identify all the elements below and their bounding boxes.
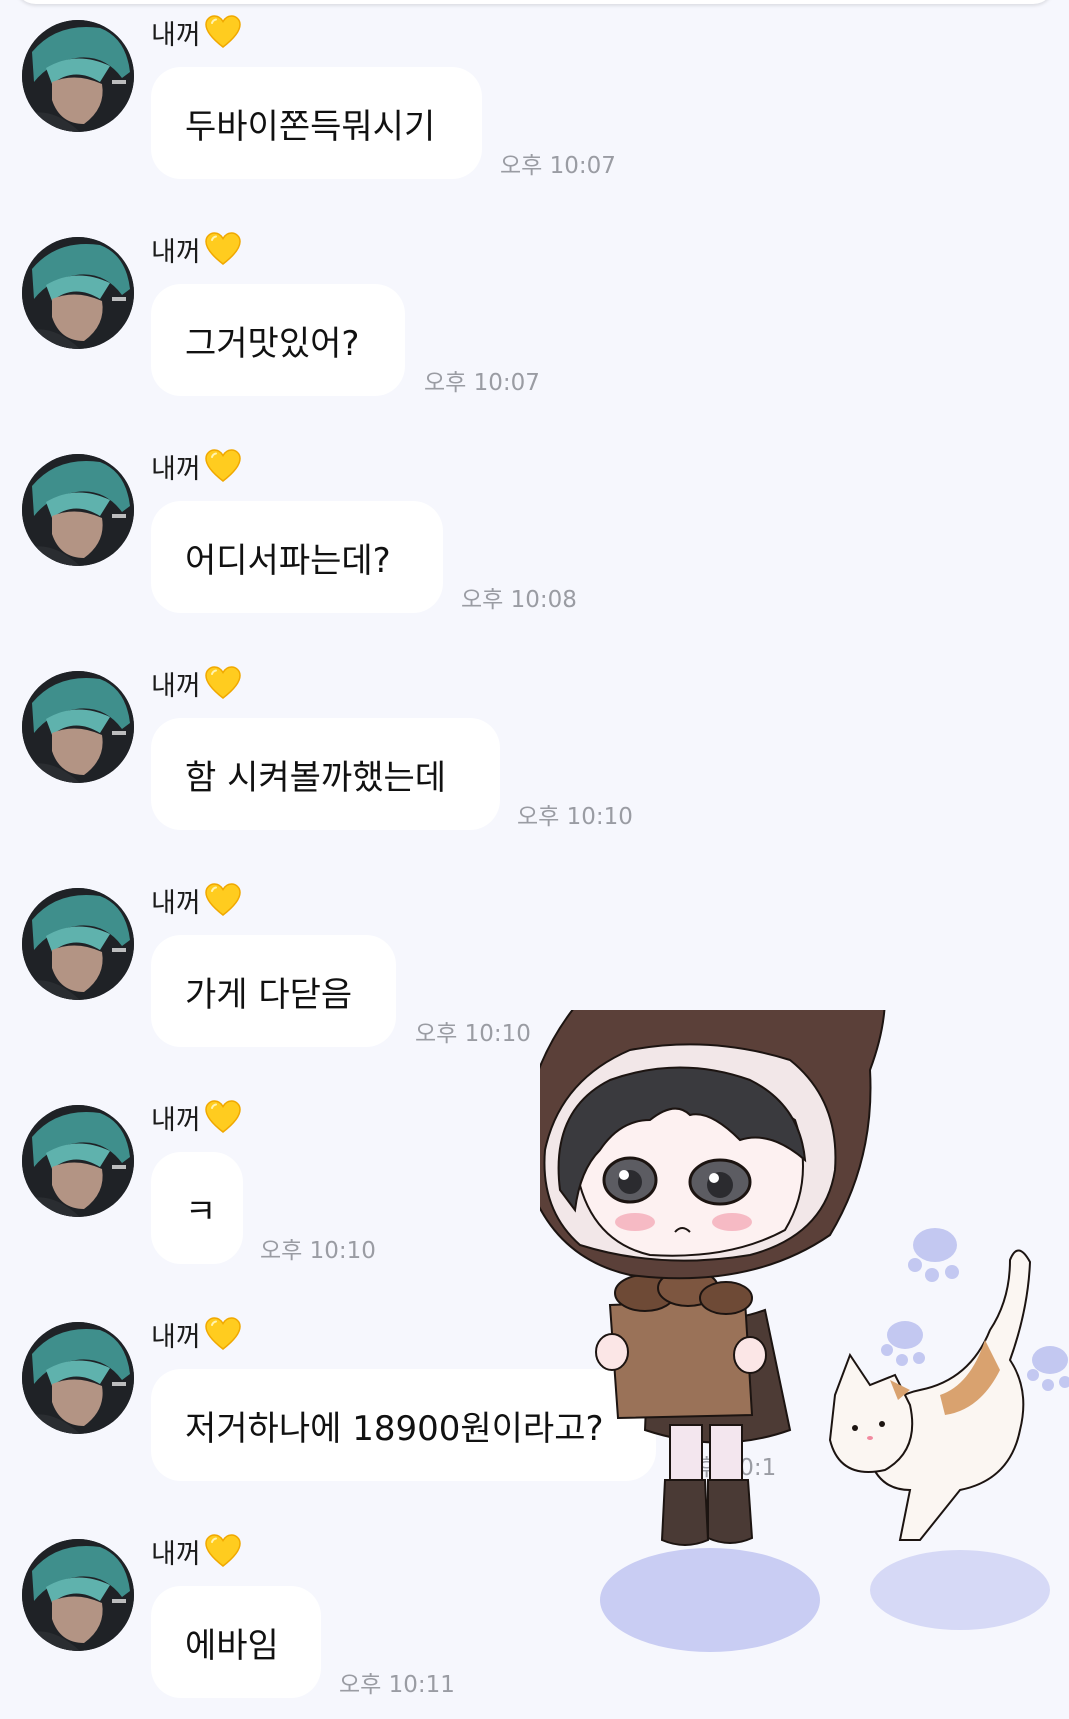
sender-avatar[interactable] (22, 454, 134, 566)
sender-name: 내꺼 (151, 1531, 242, 1571)
message-bubble[interactable]: 함 시켜볼까했는데 (151, 718, 500, 830)
sender-avatar[interactable] (22, 1105, 134, 1217)
sender-avatar[interactable] (22, 1539, 134, 1651)
message-bubble[interactable]: 가게 다닫음 (151, 935, 396, 1047)
sender-name-text: 내꺼 (151, 19, 201, 51)
message-text: 두바이쫀득뭐시기 (185, 106, 436, 147)
sender-name: 내꺼 (151, 880, 242, 920)
message-text: 가게 다닫음 (185, 974, 353, 1015)
message-row: 내꺼 두바이쫀득뭐시기 오후 10:07 (0, 0, 1069, 200)
message-text: 그거맛있어? (185, 323, 360, 364)
message-time: 오후 10:08 (461, 587, 577, 613)
sender-name: 내꺼 (151, 12, 242, 52)
message-row: 내꺼 함 시켜볼까했는데 오후 10:10 (0, 651, 1069, 851)
sender-avatar[interactable] (22, 671, 134, 783)
message-bubble[interactable]: 에바임 (151, 1586, 321, 1698)
message-row: 내꺼 그거맛있어? 오후 10:07 (0, 217, 1069, 417)
chibi-character-sticker (540, 1010, 1069, 1652)
message-text: 함 시켜볼까했는데 (185, 757, 447, 798)
sender-name-text: 내꺼 (151, 670, 201, 702)
sender-name: 내꺼 (151, 663, 242, 703)
sender-avatar[interactable] (22, 237, 134, 349)
sender-name-text: 내꺼 (151, 887, 201, 919)
yellow-heart-icon (204, 449, 241, 482)
yellow-heart-icon (204, 1534, 241, 1567)
message-row: 내꺼 어디서파는데? 오후 10:08 (0, 434, 1069, 634)
message-time: 오후 10:07 (424, 370, 540, 396)
sender-name-text: 내꺼 (151, 453, 201, 485)
message-text: 에바임 (185, 1625, 279, 1666)
message-bubble[interactable]: 그거맛있어? (151, 284, 405, 396)
sender-avatar[interactable] (22, 888, 134, 1000)
message-time: 오후 10:10 (517, 804, 633, 830)
message-text: 어디서파는데? (185, 540, 391, 581)
sender-avatar[interactable] (22, 1322, 134, 1434)
sender-name: 내꺼 (151, 1097, 242, 1137)
sender-name-text: 내꺼 (151, 1104, 201, 1136)
sender-name: 내꺼 (151, 446, 242, 486)
message-text: ㅋ (185, 1191, 217, 1232)
message-bubble[interactable]: ㅋ (151, 1152, 243, 1264)
yellow-heart-icon (204, 15, 241, 48)
sender-name-text: 내꺼 (151, 1538, 201, 1570)
yellow-heart-icon (204, 1317, 241, 1350)
yellow-heart-icon (204, 883, 241, 916)
message-bubble[interactable]: 어디서파는데? (151, 501, 443, 613)
message-time: 오후 10:11 (339, 1672, 455, 1698)
message-bubble[interactable]: 두바이쫀득뭐시기 (151, 67, 482, 179)
yellow-heart-icon (204, 232, 241, 265)
message-time: 오후 10:07 (500, 153, 616, 179)
sender-name: 내꺼 (151, 1314, 242, 1354)
sender-name-text: 내꺼 (151, 1321, 201, 1353)
message-time: 오후 10:10 (415, 1021, 531, 1047)
yellow-heart-icon (204, 1100, 241, 1133)
sender-name-text: 내꺼 (151, 236, 201, 268)
yellow-heart-icon (204, 666, 241, 699)
sender-name: 내꺼 (151, 229, 242, 269)
message-time: 오후 10:10 (260, 1238, 376, 1264)
sender-avatar[interactable] (22, 20, 134, 132)
